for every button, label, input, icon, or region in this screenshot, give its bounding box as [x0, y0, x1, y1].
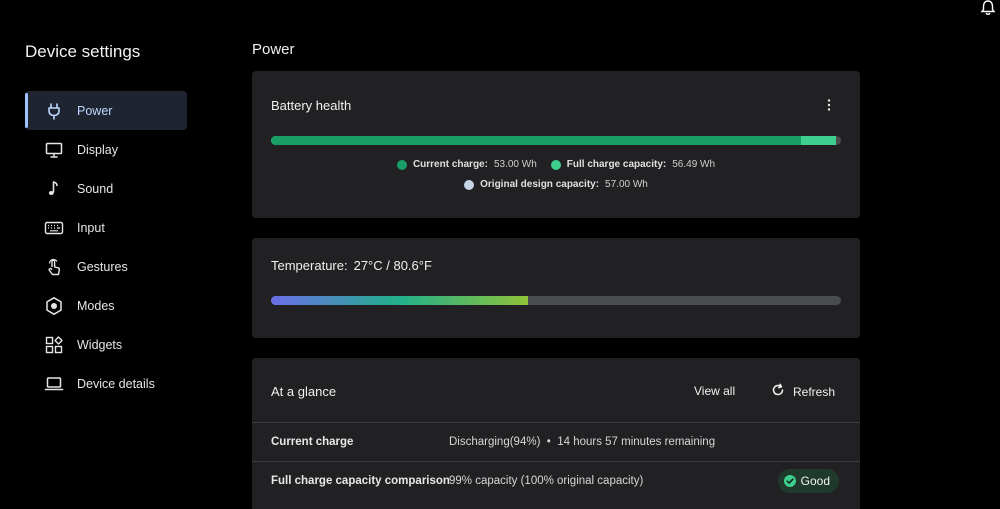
- sidebar-item-label: Device details: [77, 376, 155, 391]
- row-key: Full charge capacity comparison: [271, 475, 450, 487]
- touch-gesture-icon: [44, 257, 64, 277]
- at-a-glance-title: At a glance: [271, 384, 337, 399]
- sidebar-item-device-details[interactable]: Device details: [25, 364, 187, 403]
- more-options-icon[interactable]: [826, 98, 832, 112]
- row-value: Discharging(94%) • 14 hours 57 minutes r…: [449, 436, 716, 448]
- legend-label: Full charge capacity:: [566, 159, 667, 170]
- temperature-bar: [271, 296, 841, 305]
- refresh-icon: [771, 383, 785, 400]
- sidebar-nav: Power Display Sound Input Gestures Modes…: [25, 91, 187, 403]
- legend-value: 56.49 Wh: [672, 159, 716, 170]
- keyboard-icon: [44, 218, 64, 238]
- sidebar-title: Device settings: [25, 42, 141, 61]
- sidebar: Device settings Power Display Sound Inpu…: [0, 0, 200, 509]
- battery-capacity-bar: [271, 136, 841, 145]
- design-capacity-dot-icon: [464, 179, 475, 190]
- sidebar-item-label: Power: [77, 103, 113, 118]
- sidebar-item-power[interactable]: Power: [25, 91, 187, 130]
- legend-current-charge: Current charge: 53.00 Wh: [396, 159, 537, 170]
- legend-value: 57.00 Wh: [605, 179, 648, 190]
- hexagon-mode-icon: [44, 296, 64, 316]
- sidebar-item-widgets[interactable]: Widgets: [25, 325, 187, 364]
- battery-legend: Current charge: 53.00 Wh Full charge cap…: [252, 159, 860, 170]
- sidebar-item-modes[interactable]: Modes: [25, 286, 187, 325]
- status-badge-label: Good: [800, 474, 830, 488]
- sidebar-item-gestures[interactable]: Gestures: [25, 247, 187, 286]
- plug-icon: [44, 101, 64, 121]
- at-a-glance-header: At a glance View all Refresh: [252, 358, 860, 422]
- notification-bell-icon[interactable]: [978, 0, 998, 16]
- row-key: Current charge: [271, 436, 354, 448]
- sidebar-item-display[interactable]: Display: [25, 130, 187, 169]
- full-charge-dot-icon: [550, 159, 561, 170]
- battery-health-title: Battery health: [271, 98, 352, 113]
- view-all-button[interactable]: View all: [694, 384, 735, 398]
- status-badge: Good: [777, 469, 839, 493]
- legend-design-capacity: Original design capacity: 57.00 Wh: [464, 179, 648, 190]
- temperature-label: Temperature:: [271, 258, 348, 273]
- battery-legend-row-2: Original design capacity: 57.00 Wh: [252, 179, 860, 190]
- table-row: Full charge capacity comparison 99% capa…: [252, 461, 860, 500]
- battery-health-card: Battery health Current charge: 53.00 Wh …: [252, 71, 860, 218]
- sidebar-item-sound[interactable]: Sound: [25, 169, 187, 208]
- legend-full-charge: Full charge capacity: 56.49 Wh: [550, 159, 716, 170]
- current-charge-fill: [271, 136, 802, 145]
- row-value: 99% capacity (100% original capacity): [449, 475, 644, 487]
- temperature-fill: [271, 296, 528, 305]
- sidebar-item-label: Widgets: [77, 337, 123, 352]
- sidebar-item-label: Input: [77, 220, 105, 235]
- sidebar-item-label: Sound: [77, 181, 114, 196]
- checkmark-icon: [783, 475, 796, 487]
- refresh-button[interactable]: Refresh: [771, 383, 835, 400]
- current-charge-dot-icon: [396, 159, 407, 170]
- sidebar-item-label: Display: [77, 142, 118, 157]
- temperature-value: 27°C / 80.6°F: [353, 258, 432, 273]
- widgets-icon: [44, 335, 64, 355]
- music-note-icon: [44, 179, 64, 199]
- legend-value: 53.00 Wh: [493, 159, 537, 170]
- at-a-glance-card: At a glance View all Refresh Current cha…: [252, 358, 860, 509]
- refresh-label: Refresh: [793, 384, 836, 399]
- table-row: Current charge Discharging(94%) • 14 hou…: [252, 422, 860, 461]
- sidebar-item-label: Gestures: [77, 259, 128, 274]
- sidebar-item-label: Modes: [77, 298, 115, 313]
- legend-label: Current charge:: [412, 159, 488, 170]
- page-title: Power: [252, 41, 295, 58]
- laptop-icon: [44, 374, 64, 394]
- monitor-icon: [44, 140, 64, 160]
- sidebar-item-input[interactable]: Input: [25, 208, 187, 247]
- temperature-card: Temperature: 27°C / 80.6°F: [252, 238, 860, 338]
- legend-label: Original design capacity:: [480, 179, 600, 190]
- temperature-heading: Temperature: 27°C / 80.6°F: [271, 258, 432, 273]
